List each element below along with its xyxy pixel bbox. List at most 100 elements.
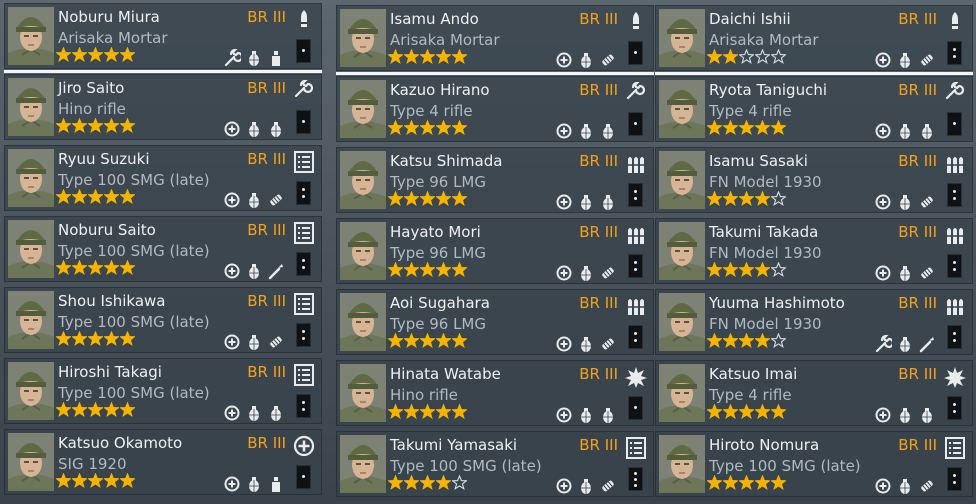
soldier-portrait <box>659 364 705 422</box>
soldier-card[interactable]: Takumi Takada FN Model 1930 BR III <box>655 218 973 284</box>
soldier-card[interactable]: Shou Ishikawa Type 100 SMG (late) BR III <box>4 287 322 353</box>
star-filled-icon <box>404 475 420 491</box>
star-filled-icon <box>72 47 88 63</box>
soldier-card[interactable]: Hayato Mori Type 96 LMG BR III <box>336 218 654 284</box>
battle-rating-badge: BR III <box>579 365 618 383</box>
star-filled-icon <box>56 331 72 347</box>
star-filled-icon <box>404 333 420 349</box>
soldier-card[interactable]: Daichi Ishii Arisaka Mortar BR III <box>655 5 973 71</box>
star-filled-icon <box>739 404 755 420</box>
star-filled-icon <box>436 191 452 207</box>
soldier-card[interactable]: Katsuo Imai Type 4 rifle BR III <box>655 360 973 426</box>
star-filled-icon <box>388 262 404 278</box>
soldier-card[interactable]: Hinata Watabe Hino rifle BR III <box>336 360 654 426</box>
flask-icon <box>267 49 285 67</box>
soldier-perks <box>874 122 936 140</box>
soldier-name: Daichi Ishii <box>709 10 791 28</box>
soldier-rating-stars <box>388 120 468 136</box>
soldier-portrait <box>340 9 386 67</box>
soldier-card[interactable]: Isamu Ando Arisaka Mortar BR III <box>336 5 654 71</box>
soldier-rating-stars <box>707 404 787 420</box>
soldier-perks <box>874 51 936 69</box>
soldier-portrait <box>340 222 386 280</box>
soldier-weapon: Type 100 SMG (late) <box>390 457 542 475</box>
soldier-card[interactable]: Jiro Saito Hino rifle BR III <box>4 74 322 140</box>
soldier-card[interactable]: Hiroshi Takagi Type 100 SMG (late) BR III <box>4 358 322 424</box>
star-filled-icon <box>72 118 88 134</box>
star-filled-icon <box>452 191 468 207</box>
list-icon <box>293 364 315 386</box>
soldier-portrait <box>8 7 54 65</box>
soldier-name: Hinata Watabe <box>390 365 501 383</box>
soldier-name: Yuuma Hashimoto <box>709 294 845 312</box>
medkit-icon <box>223 475 241 493</box>
soldier-rating-stars <box>707 191 787 207</box>
star-filled-icon <box>120 47 136 63</box>
selected-indicator <box>336 72 654 75</box>
rank-chevron-icon <box>628 254 643 278</box>
soldier-card[interactable]: Katsuo Okamoto SIG 1920 BR III <box>4 429 322 495</box>
rank-chevron-icon <box>296 181 311 205</box>
ammo-icon <box>918 193 936 211</box>
soldier-card[interactable]: Noburu Saito Type 100 SMG (late) BR III <box>4 216 322 282</box>
medkit-icon <box>874 51 892 69</box>
grenade-icon <box>896 122 914 140</box>
soldier-card[interactable]: Ryota Taniguchi Type 4 rifle BR III <box>655 76 973 142</box>
soldier-rating-stars <box>56 331 136 347</box>
rank-chevron-icon <box>628 396 643 420</box>
soldier-card[interactable]: Ryuu Suzuki Type 100 SMG (late) BR III <box>4 145 322 211</box>
star-filled-icon <box>707 475 723 491</box>
star-filled-icon <box>404 191 420 207</box>
soldier-weapon: Type 96 LMG <box>390 315 486 333</box>
star-filled-icon <box>707 404 723 420</box>
ammo-belt-icon <box>944 295 966 317</box>
rank-chevron-icon <box>296 252 311 276</box>
star-empty-icon <box>771 262 787 278</box>
soldier-card[interactable]: Yuuma Hashimoto FN Model 1930 BR III <box>655 289 973 355</box>
star-filled-icon <box>436 49 452 65</box>
rank-chevron-icon <box>947 325 962 349</box>
soldier-portrait <box>8 149 54 207</box>
star-filled-icon <box>436 404 452 420</box>
star-filled-icon <box>723 191 739 207</box>
star-filled-icon <box>56 118 72 134</box>
star-filled-icon <box>388 120 404 136</box>
battle-rating-badge: BR III <box>579 294 618 312</box>
soldier-perks <box>223 120 285 138</box>
star-filled-icon <box>404 262 420 278</box>
soldier-card[interactable]: Katsu Shimada Type 96 LMG BR III <box>336 147 654 213</box>
soldier-rating-stars <box>388 475 468 491</box>
soldier-perks <box>555 51 617 69</box>
star-filled-icon <box>104 473 120 489</box>
list-icon <box>293 293 315 315</box>
soldier-weapon: SIG 1920 <box>58 455 127 473</box>
star-filled-icon <box>739 191 755 207</box>
soldier-card[interactable]: Takumi Yamasaki Type 100 SMG (late) BR III <box>336 431 654 497</box>
soldier-card[interactable]: Isamu Sasaki FN Model 1930 BR III <box>655 147 973 213</box>
star-filled-icon <box>739 262 755 278</box>
star-filled-icon <box>120 260 136 276</box>
star-filled-icon <box>388 333 404 349</box>
star-filled-icon <box>104 189 120 205</box>
soldier-weapon: Arisaka Mortar <box>709 31 819 49</box>
soldier-card[interactable]: Aoi Sugahara Type 96 LMG BR III <box>336 289 654 355</box>
soldier-card[interactable]: Kazuo Hirano Type 4 rifle BR III <box>336 76 654 142</box>
battle-rating-badge: BR III <box>898 365 937 383</box>
grenade-icon <box>245 49 263 67</box>
mortar-shell-icon <box>293 9 315 31</box>
soldier-rating-stars <box>388 333 468 349</box>
soldier-name: Isamu Ando <box>390 10 479 28</box>
battle-rating-badge: BR III <box>898 152 937 170</box>
star-filled-icon <box>723 475 739 491</box>
star-filled-icon <box>739 120 755 136</box>
soldier-card[interactable]: Hiroto Nomura Type 100 SMG (late) BR III <box>655 431 973 497</box>
soldier-name: Hiroshi Takagi <box>58 363 162 381</box>
star-filled-icon <box>120 189 136 205</box>
rank-chevron-icon <box>628 325 643 349</box>
soldier-rating-stars <box>388 191 468 207</box>
medkit-icon <box>223 333 241 351</box>
star-filled-icon <box>723 262 739 278</box>
soldier-card[interactable]: Noburu Miura Arisaka Mortar BR III <box>4 3 322 69</box>
rank-chevron-icon <box>947 183 962 207</box>
soldier-perks <box>874 193 936 211</box>
